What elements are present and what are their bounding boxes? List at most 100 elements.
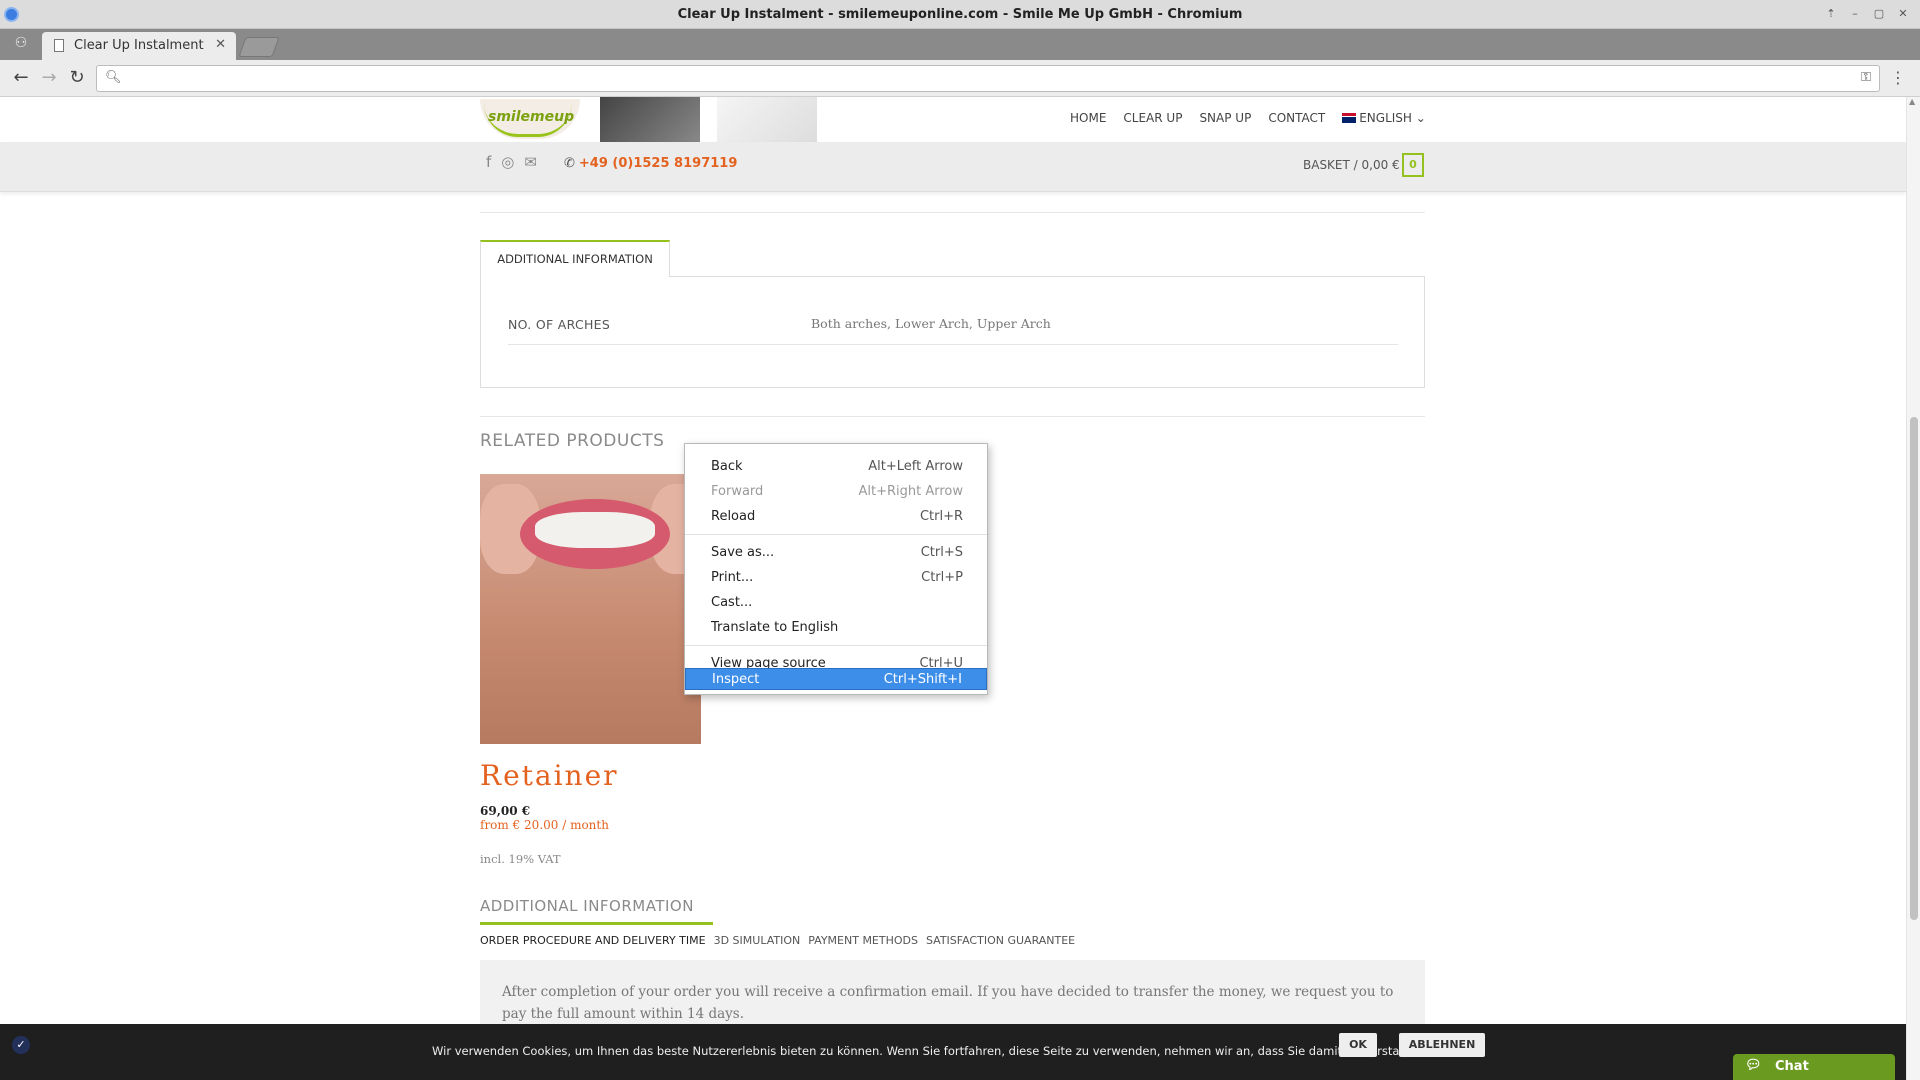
menu-item-shortcut: Ctrl+R xyxy=(919,509,963,524)
address-bar[interactable]: 🔍︎ ⚿ xyxy=(96,65,1880,92)
tab-order-procedure[interactable]: ORDER PROCEDURE AND DELIVERY TIME xyxy=(480,934,706,947)
window-controls: ⇡ – ▢ ✕ xyxy=(1822,6,1912,22)
back-arrow-icon[interactable]: ← xyxy=(10,67,32,89)
divider xyxy=(508,344,1398,345)
menu-item-cast[interactable]: Cast... xyxy=(685,592,987,614)
phone-number: +49 (0)1525 8197119 xyxy=(578,156,738,171)
menu-item-label: Translate to English xyxy=(711,620,839,635)
tab-close-icon[interactable]: ✕ xyxy=(215,37,226,52)
basket-count-badge[interactable]: 0 xyxy=(1402,153,1424,177)
menu-item-shortcut: Alt+Right Arrow xyxy=(858,484,963,499)
language-label: ENGLISH xyxy=(1359,111,1412,125)
window-titlebar: Clear Up Instalment - smilemeuponline.co… xyxy=(0,0,1920,29)
new-tab-button[interactable] xyxy=(238,37,280,57)
uk-flag-icon xyxy=(1342,113,1357,123)
menu-item-inspect[interactable]: Inspect Ctrl+Shift+I xyxy=(685,668,987,690)
header-image xyxy=(600,97,700,142)
cookie-ok-button[interactable]: OK xyxy=(1339,1033,1377,1057)
attribute-value: Both arches, Lower Arch, Upper Arch xyxy=(811,316,1051,331)
maximize-icon[interactable]: ▢ xyxy=(1870,6,1888,22)
browser-tab[interactable]: Clear Up Instalment ✕ xyxy=(42,32,236,60)
product-price: 69,00 € xyxy=(480,804,531,818)
facebook-icon[interactable]: f xyxy=(486,153,491,171)
additional-info-heading: ADDITIONAL INFORMATION xyxy=(480,897,694,915)
incognito-icon: ⚇ xyxy=(14,35,28,51)
cookie-bar: ✓ Wir verwenden Cookies, um Ihnen das be… xyxy=(0,1024,1906,1080)
menu-item-print[interactable]: Print... Ctrl+P xyxy=(685,567,987,589)
menu-item-label: Cast... xyxy=(711,595,753,610)
logo-text: smilemeup xyxy=(488,109,575,125)
page-icon xyxy=(54,39,64,52)
attribute-label: NO. OF ARCHES xyxy=(508,317,611,332)
tab-strip: ⚇ Clear Up Instalment ✕ xyxy=(0,29,1920,60)
chat-button[interactable]: 💬︎ Chat xyxy=(1733,1054,1895,1080)
nav-snap-up[interactable]: SNAP UP xyxy=(1199,111,1251,125)
instagram-icon[interactable]: ◎ xyxy=(501,153,514,171)
menu-separator xyxy=(685,645,987,646)
reload-icon[interactable]: ↻ xyxy=(66,67,88,89)
related-products-heading: RELATED PRODUCTS xyxy=(480,431,665,451)
tab-payment-methods[interactable]: PAYMENT METHODS xyxy=(808,934,918,947)
cookie-settings-icon[interactable]: ✓ xyxy=(12,1036,30,1054)
menu-item-save-as[interactable]: Save as... Ctrl+S xyxy=(685,542,987,564)
product-image[interactable] xyxy=(480,474,701,744)
main-nav: HOME CLEAR UP SNAP UP CONTACT ENGLISH ⌄ xyxy=(1070,111,1426,125)
context-menu: Back Alt+Left Arrow Forward Alt+Right Ar… xyxy=(684,443,988,695)
menu-item-forward[interactable]: Forward Alt+Right Arrow xyxy=(685,481,987,503)
image-shape xyxy=(535,512,655,548)
scroll-up-icon[interactable]: ▲ xyxy=(1909,97,1915,106)
divider xyxy=(480,416,1425,417)
chat-bubble-icon: 💬︎ xyxy=(1745,1058,1762,1073)
header-image xyxy=(717,97,817,142)
info-text: After completion of your order you will … xyxy=(502,984,1394,1022)
social-links: f ◎ ✉ xyxy=(486,153,537,171)
nav-clear-up[interactable]: CLEAR UP xyxy=(1123,111,1182,125)
browser-menu-icon[interactable]: ⋮ xyxy=(1890,68,1906,87)
menu-item-label: Save as... xyxy=(711,545,775,560)
phone-link[interactable]: ✆ +49 (0)1525 8197119 xyxy=(564,156,737,171)
cookie-decline-button[interactable]: ABLEHNEN xyxy=(1399,1033,1485,1057)
tab-3d-simulation[interactable]: 3D SIMULATION xyxy=(714,934,801,947)
product-finance: from € 20.00 / month xyxy=(480,818,609,832)
close-window-icon[interactable]: ✕ xyxy=(1894,6,1912,22)
window-up-icon[interactable]: ⇡ xyxy=(1822,6,1840,22)
site-logo[interactable]: smilemeup xyxy=(480,99,580,139)
additional-information-panel: NO. OF ARCHES Both arches, Lower Arch, U… xyxy=(480,276,1425,388)
tab-additional-information[interactable]: ADDITIONAL INFORMATION xyxy=(480,240,670,277)
info-tabs: ORDER PROCEDURE AND DELIVERY TIME 3D SIM… xyxy=(480,934,1075,947)
site-header: smilemeup HOME CLEAR UP SNAP UP CONTACT … xyxy=(0,97,1906,142)
menu-item-shortcut: Ctrl+Shift+I xyxy=(883,672,962,687)
nav-home[interactable]: HOME xyxy=(1070,111,1106,125)
chevron-down-icon: ⌄ xyxy=(1415,111,1426,125)
menu-item-label: Back xyxy=(711,459,743,474)
scrollbar-thumb[interactable] xyxy=(1910,417,1918,920)
menu-separator xyxy=(685,534,987,535)
menu-item-shortcut: Ctrl+S xyxy=(920,545,963,560)
menu-item-back[interactable]: Back Alt+Left Arrow xyxy=(685,456,987,478)
chat-label: Chat xyxy=(1775,1059,1809,1074)
menu-item-label: Reload xyxy=(711,509,756,524)
nav-contact[interactable]: CONTACT xyxy=(1268,111,1325,125)
menu-item-label: Inspect xyxy=(712,672,760,687)
basket-link[interactable]: BASKET / 0,00 € xyxy=(1303,158,1400,172)
browser-toolbar: ← → ↻ 🔍︎ ⚿ ⋮ xyxy=(0,60,1920,97)
divider xyxy=(480,212,1425,213)
email-icon[interactable]: ✉ xyxy=(524,153,537,171)
key-icon[interactable]: ⚿ xyxy=(1861,70,1871,85)
tab-label: Clear Up Instalment xyxy=(74,38,204,53)
search-icon: 🔍︎ xyxy=(105,70,122,85)
product-title[interactable]: Retainer xyxy=(480,759,619,792)
language-selector[interactable]: ENGLISH ⌄ xyxy=(1342,111,1426,125)
page-scrollbar[interactable]: ▲ xyxy=(1906,97,1920,1080)
menu-item-shortcut: Alt+Left Arrow xyxy=(868,459,963,474)
tab-satisfaction-guarantee[interactable]: SATISFACTION GUARANTEE xyxy=(926,934,1075,947)
menu-item-label: Print... xyxy=(711,570,754,585)
forward-arrow-icon[interactable]: → xyxy=(38,67,60,89)
menu-item-label: Forward xyxy=(711,484,764,499)
minimize-icon[interactable]: – xyxy=(1846,6,1864,22)
menu-item-translate[interactable]: Translate to English xyxy=(685,617,987,639)
whatsapp-icon: ✆ xyxy=(564,156,575,171)
window-title: Clear Up Instalment - smilemeuponline.co… xyxy=(677,7,1243,22)
sub-header: f ◎ ✉ ✆ +49 (0)1525 8197119 BASKET / 0,00… xyxy=(0,142,1906,192)
menu-item-reload[interactable]: Reload Ctrl+R xyxy=(685,506,987,528)
